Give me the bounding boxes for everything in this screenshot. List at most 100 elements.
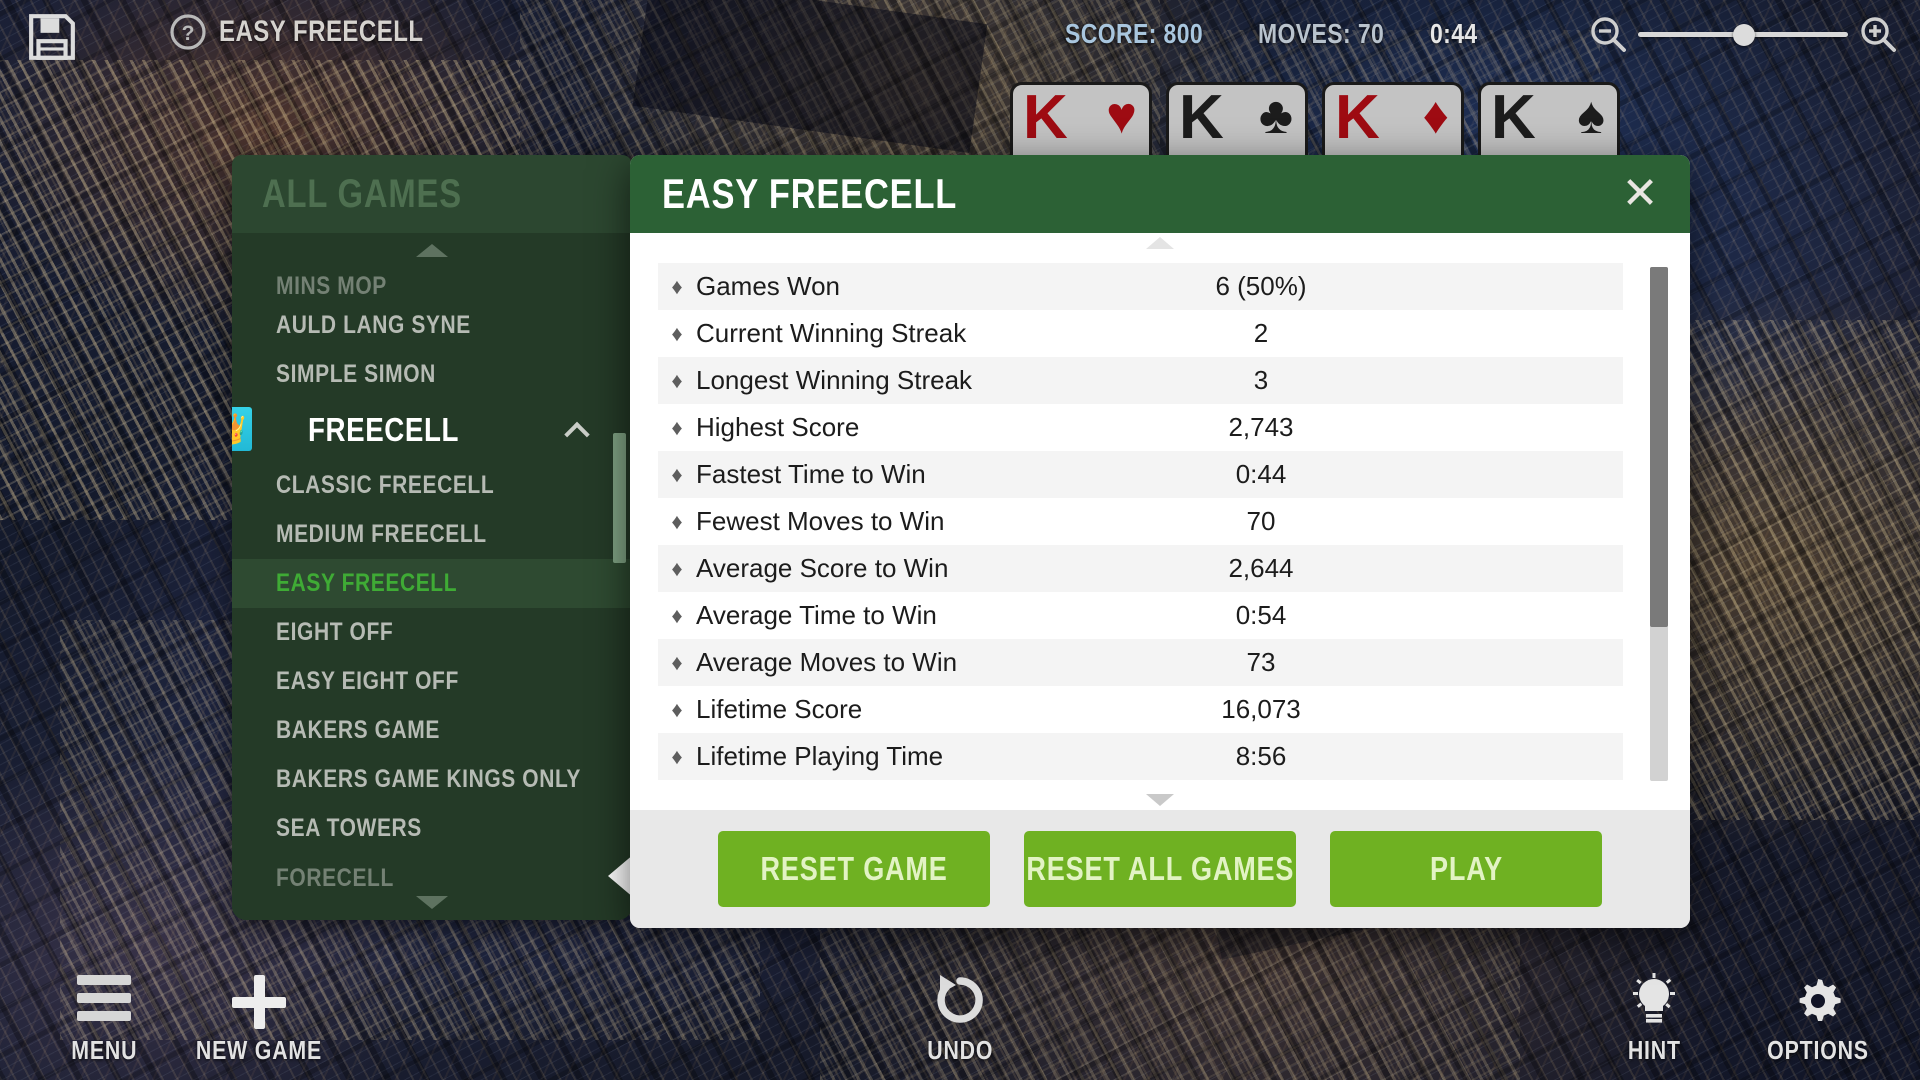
all-games-sidebar: ALL GAMES MINS MOP AULD LANG SYNE SIMPLE… [232, 155, 634, 920]
list-item-label: AULD LANG SYNE [276, 311, 471, 339]
stat-value: 8:56 [1235, 741, 1287, 771]
sidebar-item-eight-off[interactable]: EIGHT OFF [232, 608, 632, 657]
chevron-up-icon[interactable] [564, 421, 590, 448]
sidebar-body[interactable]: MINS MOP AULD LANG SYNE SIMPLE SIMON 👑 F… [232, 233, 632, 920]
sidebar-item-bakers-game[interactable]: BAKERS GAME [232, 706, 632, 755]
table-row: ♦ Average Score to Win 2,644 [658, 545, 1623, 592]
sidebar-item-mins-mop[interactable]: MINS MOP [232, 261, 632, 301]
stat-value: 2 [1253, 318, 1269, 348]
sidebar-scroll-down-icon[interactable] [416, 896, 448, 909]
help-icon[interactable]: ? [170, 14, 206, 50]
stat-label: Games Won [696, 271, 841, 301]
new-game-label: NEW GAME [195, 1035, 323, 1065]
close-icon[interactable]: ✕ [1616, 170, 1664, 218]
sidebar-item-freecell[interactable]: 👑 FREECELL [232, 399, 632, 461]
table-row: ♦ Games Won 6 (50%) [658, 263, 1623, 310]
options-button[interactable]: OPTIONS [1733, 973, 1903, 1066]
crown-icon: 👑 [232, 407, 252, 451]
sidebar-scrollbar-thumb[interactable] [613, 433, 626, 563]
sidebar-item-easy-eight-off[interactable]: EASY EIGHT OFF [232, 657, 632, 706]
sidebar-item-sea-towers[interactable]: SEA TOWERS [232, 804, 632, 853]
list-item-label: SIMPLE SIMON [276, 360, 436, 388]
diamond-bullet-icon: ♦ [671, 508, 683, 534]
zoom-in-icon[interactable] [1858, 14, 1898, 54]
stat-value: 70 [1246, 506, 1276, 536]
stat-value: 0:44 [1235, 459, 1287, 489]
stat-label: Fewest Moves to Win [696, 506, 945, 536]
hint-label: HINT [1627, 1035, 1681, 1065]
bottom-toolbar: MENU NEW GAME UNDO HINT OPTIONS [0, 950, 1920, 1080]
stats-scrollbar-thumb[interactable] [1650, 267, 1668, 627]
new-game-button[interactable]: NEW GAME [174, 973, 344, 1066]
zoom-out-icon[interactable] [1588, 14, 1628, 54]
diamond-bullet-icon: ♦ [671, 320, 683, 346]
hint-button[interactable]: HINT [1569, 973, 1739, 1066]
game-stats-dialog: EASY FREECELL ✕ ♦ Games Won 6 (50%) ♦ Cu… [630, 155, 1690, 928]
reset-game-button[interactable]: RESET GAME [718, 831, 990, 907]
diamond-bullet-icon: ♦ [671, 367, 683, 393]
moves-display: MOVES: 70 [1258, 18, 1385, 49]
list-item-label: BAKERS GAME [276, 716, 440, 744]
sidebar-item-simple-simon[interactable]: SIMPLE SIMON [232, 350, 632, 399]
sidebar-item-medium-freecell[interactable]: MEDIUM FREECELL [232, 510, 632, 559]
options-label: OPTIONS [1767, 1035, 1869, 1065]
sidebar-scroll-up-icon[interactable] [416, 244, 448, 257]
stats-list[interactable]: ♦ Games Won 6 (50%) ♦ Current Winning St… [658, 263, 1623, 783]
undo-label: UNDO [926, 1035, 994, 1065]
button-label: PLAY [1429, 850, 1503, 887]
club-icon: ♣ [1258, 87, 1293, 145]
table-row: ♦ Average Moves to Win 73 [658, 639, 1623, 686]
list-item-label: BAKERS GAME KINGS ONLY [276, 765, 582, 793]
diamond-bullet-icon: ♦ [671, 414, 683, 440]
list-item-label: MINS MOP [276, 272, 387, 300]
diamond-icon: ♦ [1422, 87, 1449, 145]
stat-value: 2,644 [1228, 553, 1294, 583]
stat-label: Fastest Time to Win [696, 459, 926, 489]
card-rank: K [1491, 83, 1536, 152]
sidebar-title: ALL GAMES [262, 171, 462, 216]
undo-button[interactable]: UNDO [875, 973, 1045, 1066]
gear-icon [1790, 973, 1846, 1029]
stats-scroll-up-icon[interactable] [1146, 237, 1174, 249]
sidebar-item-forecell[interactable]: FORECELL [232, 853, 632, 893]
card-rank: K [1335, 83, 1380, 152]
diamond-bullet-icon: ♦ [671, 461, 683, 487]
table-row: ♦ Lifetime Score 16,073 [658, 686, 1623, 733]
sidebar-item-classic-freecell[interactable]: CLASSIC FREECELL [232, 461, 632, 510]
sidebar-item-auld-lang-syne[interactable]: AULD LANG SYNE [232, 301, 632, 350]
sidebar-item-easy-freecell[interactable]: EASY FREECELL [232, 559, 632, 608]
stat-label: Current Winning Streak [696, 318, 967, 348]
menu-button[interactable]: MENU [19, 973, 189, 1066]
stat-value: 2,743 [1228, 412, 1294, 442]
stat-label: Lifetime Score [696, 694, 863, 724]
diamond-bullet-icon: ♦ [671, 602, 683, 628]
zoom-slider-thumb[interactable] [1733, 24, 1755, 46]
lightbulb-icon [1627, 973, 1681, 1029]
help-title-group[interactable]: ? EASY FREECELL [170, 14, 475, 50]
table-row: ♦ Current Winning Streak 2 [658, 310, 1623, 357]
stat-value: 0:54 [1235, 600, 1287, 630]
diamond-bullet-icon: ♦ [671, 696, 683, 722]
svg-text:?: ? [182, 22, 195, 45]
zoom-slider[interactable] [1638, 14, 1848, 54]
table-row: ♦ Highest Score 2,743 [658, 404, 1623, 451]
play-button[interactable]: PLAY [1330, 831, 1602, 907]
stats-scroll-down-icon[interactable] [1146, 794, 1174, 806]
table-row: ♦ Average Time to Win 0:54 [658, 592, 1623, 639]
stat-value: 6 (50%) [1215, 271, 1307, 301]
diamond-bullet-icon: ♦ [671, 273, 683, 299]
top-toolbar: ? EASY FREECELL SCORE: 800 MOVES: 70 0:4… [0, 0, 1920, 76]
sidebar-scrollbar-track[interactable] [613, 287, 626, 887]
page-title: EASY FREECELL [219, 15, 424, 48]
diamond-bullet-icon: ♦ [671, 555, 683, 581]
list-item-label: EIGHT OFF [276, 618, 394, 646]
list-item-label: SEA TOWERS [276, 814, 422, 842]
sidebar-header: ALL GAMES [232, 155, 632, 233]
sidebar-item-bakers-game-kings-only[interactable]: BAKERS GAME KINGS ONLY [232, 755, 632, 804]
reset-all-games-button[interactable]: RESET ALL GAMES [1024, 831, 1296, 907]
dialog-body: ♦ Games Won 6 (50%) ♦ Current Winning St… [630, 233, 1690, 810]
save-icon[interactable] [27, 12, 77, 62]
list-item-label: EASY EIGHT OFF [276, 667, 459, 695]
list-item-label: FORECELL [276, 864, 394, 892]
list-item-label: EASY FREECELL [276, 569, 458, 597]
